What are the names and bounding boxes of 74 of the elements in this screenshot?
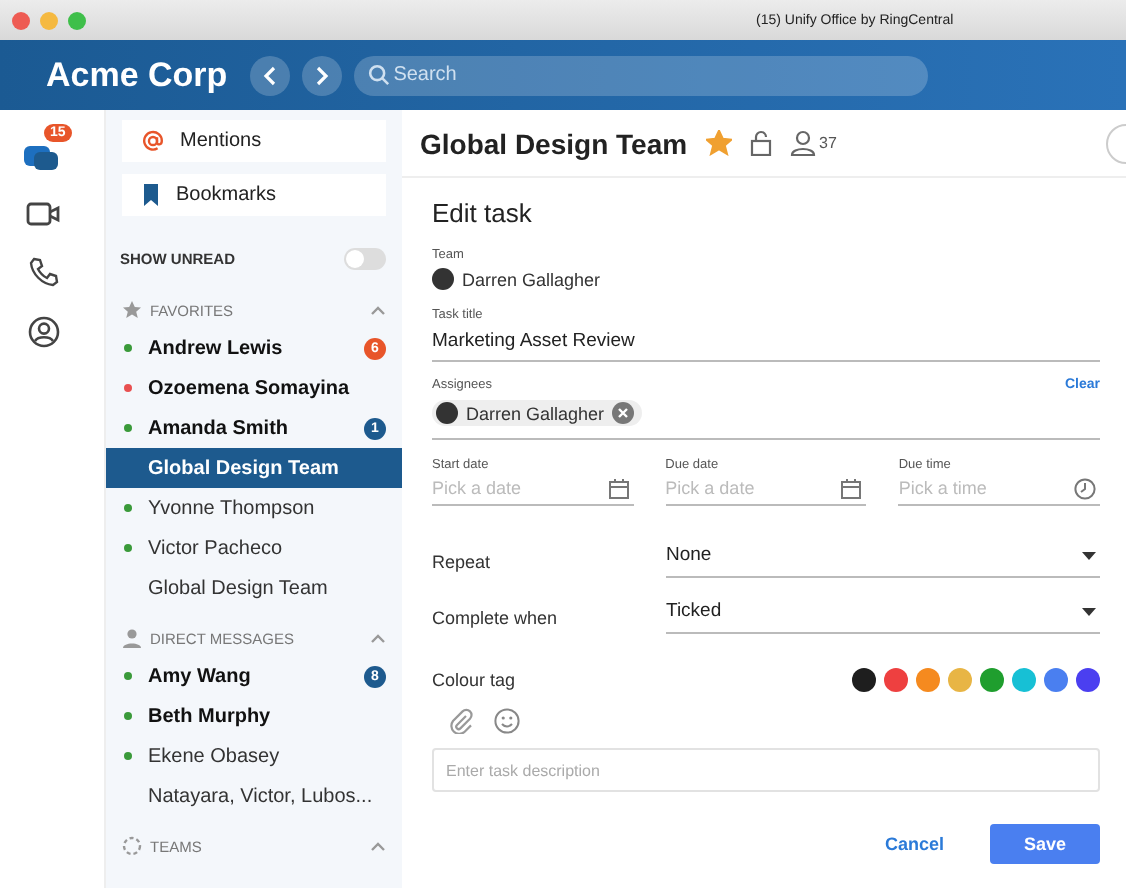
colour-swatch[interactable] [1044, 668, 1068, 692]
close-window-button[interactable] [12, 11, 30, 29]
conversation-item[interactable]: Victor Pacheco [106, 528, 402, 568]
brand-name: Acme Corp [46, 55, 228, 95]
member-count[interactable]: 37 [819, 134, 837, 152]
chevron-left-icon [261, 65, 278, 85]
colour-swatch[interactable] [1012, 668, 1036, 692]
mentions-link[interactable]: Mentions [122, 120, 386, 162]
conversation-item[interactable]: Natayara, Victor, Lubos... [106, 776, 402, 816]
field-label: Repeat [432, 551, 493, 571]
calendar-icon [840, 478, 863, 500]
show-unread-toggle[interactable] [344, 248, 386, 270]
time-field[interactable]: Pick a time [898, 478, 1101, 506]
link-label: Bookmarks [176, 184, 277, 206]
save-button[interactable]: Save [990, 824, 1100, 864]
chevron-up-icon[interactable] [370, 304, 386, 316]
lock-icon [749, 130, 772, 156]
date-field[interactable]: Pick a date [432, 478, 634, 506]
phone-icon[interactable] [28, 256, 60, 288]
person-icon [789, 130, 816, 156]
chevron-right-icon [313, 65, 330, 85]
colour-swatch[interactable] [980, 668, 1004, 692]
cancel-button[interactable]: Cancel [878, 824, 950, 864]
back-button[interactable] [249, 55, 290, 95]
zoom-window-button[interactable] [68, 11, 86, 29]
conversation-item[interactable]: Global Design Team [106, 568, 402, 608]
team-name: Darren Gallagher [462, 269, 601, 289]
dropdown-caret-icon [1082, 607, 1096, 615]
assignee-name: Darren Gallagher [466, 403, 605, 423]
clock-icon [1074, 478, 1097, 500]
field-label: Colour tag [432, 670, 518, 690]
conversation-title: Global Design Team [420, 127, 688, 159]
user-profile-icon[interactable] [28, 316, 60, 348]
conversation-item[interactable]: Global Design Team [106, 448, 402, 488]
chevron-up-icon[interactable] [370, 632, 386, 644]
smiley-icon[interactable] [494, 708, 520, 734]
conversation-item[interactable]: Beth Murphy [106, 696, 402, 736]
chat-bubbles-icon [22, 140, 62, 172]
minimize-window-button[interactable] [40, 11, 58, 29]
assignees-field[interactable]: Darren Gallagher [432, 392, 1100, 440]
colour-swatch[interactable] [916, 668, 940, 692]
conversation-item[interactable]: Ekene Obasey [106, 736, 402, 776]
star-icon[interactable] [705, 130, 732, 156]
video-camera-icon[interactable] [26, 200, 62, 228]
paperclip-icon[interactable] [448, 708, 474, 734]
dropdown[interactable]: Ticked [666, 600, 1100, 634]
star-icon [122, 300, 142, 320]
description-field[interactable]: Enter task description [432, 748, 1100, 792]
assignee-chip[interactable]: Darren Gallagher [432, 400, 643, 426]
bookmarks-link[interactable]: Bookmarks [122, 174, 386, 216]
avatar-icon [436, 402, 458, 424]
search-icon [367, 64, 390, 86]
chevron-up-icon[interactable] [370, 840, 386, 852]
colour-swatch[interactable] [1076, 668, 1100, 692]
calendar-icon [607, 478, 630, 500]
person-icon [122, 628, 142, 648]
link-label: Mentions [180, 130, 262, 152]
bookmark-icon [142, 184, 160, 206]
conversation-item[interactable]: Yvonne Thompson [106, 488, 402, 528]
date-field[interactable]: Pick a date [665, 478, 867, 506]
dotted-circle-icon [122, 836, 142, 856]
remove-icon[interactable] [612, 402, 635, 424]
avatar-icon [432, 268, 454, 290]
field-label: Complete when [432, 607, 560, 627]
task-title-field[interactable]: Marketing Asset Review [432, 322, 1100, 362]
conversation-item[interactable]: Ozoemena Somayina [106, 368, 402, 408]
colour-swatch[interactable] [884, 668, 908, 692]
colour-swatch[interactable] [948, 668, 972, 692]
form-heading: Edit task [432, 198, 534, 228]
dropdown[interactable]: None [666, 544, 1100, 578]
colour-swatch[interactable] [852, 668, 876, 692]
dropdown-caret-icon [1082, 551, 1096, 559]
at-sign-icon [142, 130, 164, 152]
forward-button[interactable] [301, 55, 342, 95]
